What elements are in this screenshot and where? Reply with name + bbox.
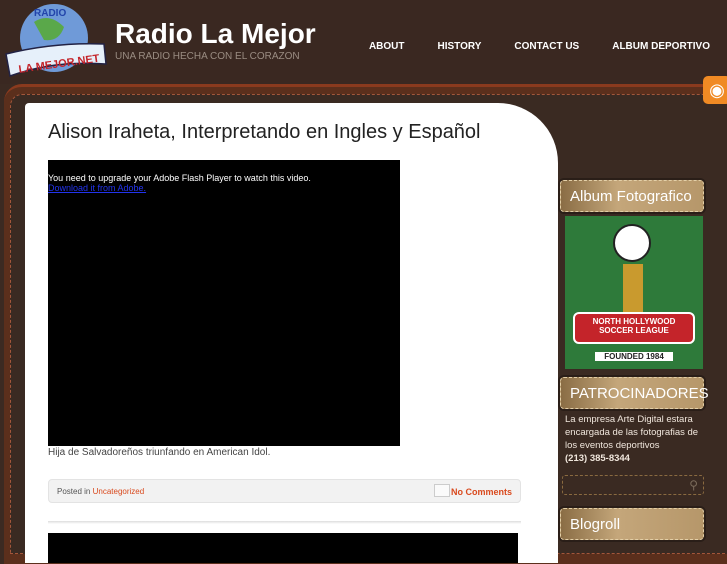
site-tagline: UNA RADIO HECHA CON EL CORAZON: [115, 51, 300, 62]
soccer-ball: [613, 224, 651, 262]
category-link[interactable]: Uncategorized: [93, 487, 145, 496]
search-icon[interactable]: ⚲: [689, 478, 698, 492]
site-logo[interactable]: LA MEJOR.NET RADIO: [4, 2, 108, 80]
main-nav: ABOUT HISTORY CONTACT US ALBUM DEPORTIVO: [336, 41, 710, 52]
flash-message: You need to upgrade your Adobe Flash Pla…: [48, 173, 311, 183]
album-widget-title: Album Fotografico: [560, 180, 704, 212]
next-post-video[interactable]: [48, 533, 518, 563]
rss-icon[interactable]: ◉: [703, 76, 727, 104]
blogroll-widget-title: Blogroll: [560, 508, 704, 540]
nav-about[interactable]: ABOUT: [369, 41, 405, 52]
site-title[interactable]: Radio La Mejor: [115, 18, 316, 50]
main-content: Alison Iraheta, Interpretando en Ingles …: [25, 103, 558, 563]
album-founded: FOUNDED 1984: [595, 352, 673, 361]
svg-text:RADIO: RADIO: [34, 8, 66, 19]
post-meta: Posted in Uncategorized No Comments: [48, 479, 521, 503]
post-divider: [48, 521, 521, 524]
sponsors-text: La empresa Arte Digital estara encargada…: [558, 413, 706, 465]
nav-contact-us[interactable]: CONTACT US: [514, 41, 579, 52]
site-header: LA MEJOR.NET RADIO Radio La Mejor UNA RA…: [0, 0, 727, 84]
post-title[interactable]: Alison Iraheta, Interpretando en Ingles …: [48, 121, 481, 144]
sponsors-widget-title: PATROCINADORES: [560, 377, 709, 409]
post-caption: Hija de Salvadoreños triunfando en Ameri…: [48, 447, 271, 458]
search-input[interactable]: ⚲: [562, 475, 704, 495]
trophy: [623, 264, 643, 314]
sidebar: Album Fotografico NORTH HOLLYWOOD SOCCER…: [558, 180, 709, 544]
posted-in-label: Posted in: [57, 487, 91, 496]
album-banner: NORTH HOLLYWOOD SOCCER LEAGUE: [573, 312, 695, 344]
nav-album-deportivo[interactable]: ALBUM DEPORTIVO: [612, 41, 710, 52]
comments-link[interactable]: No Comments: [451, 487, 512, 497]
download-flash-link[interactable]: Download it from Adobe.: [48, 183, 400, 193]
sponsors-phone: (213) 385-8344: [565, 453, 630, 464]
sponsors-description: La empresa Arte Digital estara encargada…: [565, 414, 699, 451]
nav-history[interactable]: HISTORY: [438, 41, 482, 52]
flash-video-player[interactable]: You need to upgrade your Adobe Flash Pla…: [48, 160, 400, 446]
comment-bubble-icon: [434, 484, 450, 497]
album-image[interactable]: NORTH HOLLYWOOD SOCCER LEAGUE FOUNDED 19…: [565, 216, 703, 369]
